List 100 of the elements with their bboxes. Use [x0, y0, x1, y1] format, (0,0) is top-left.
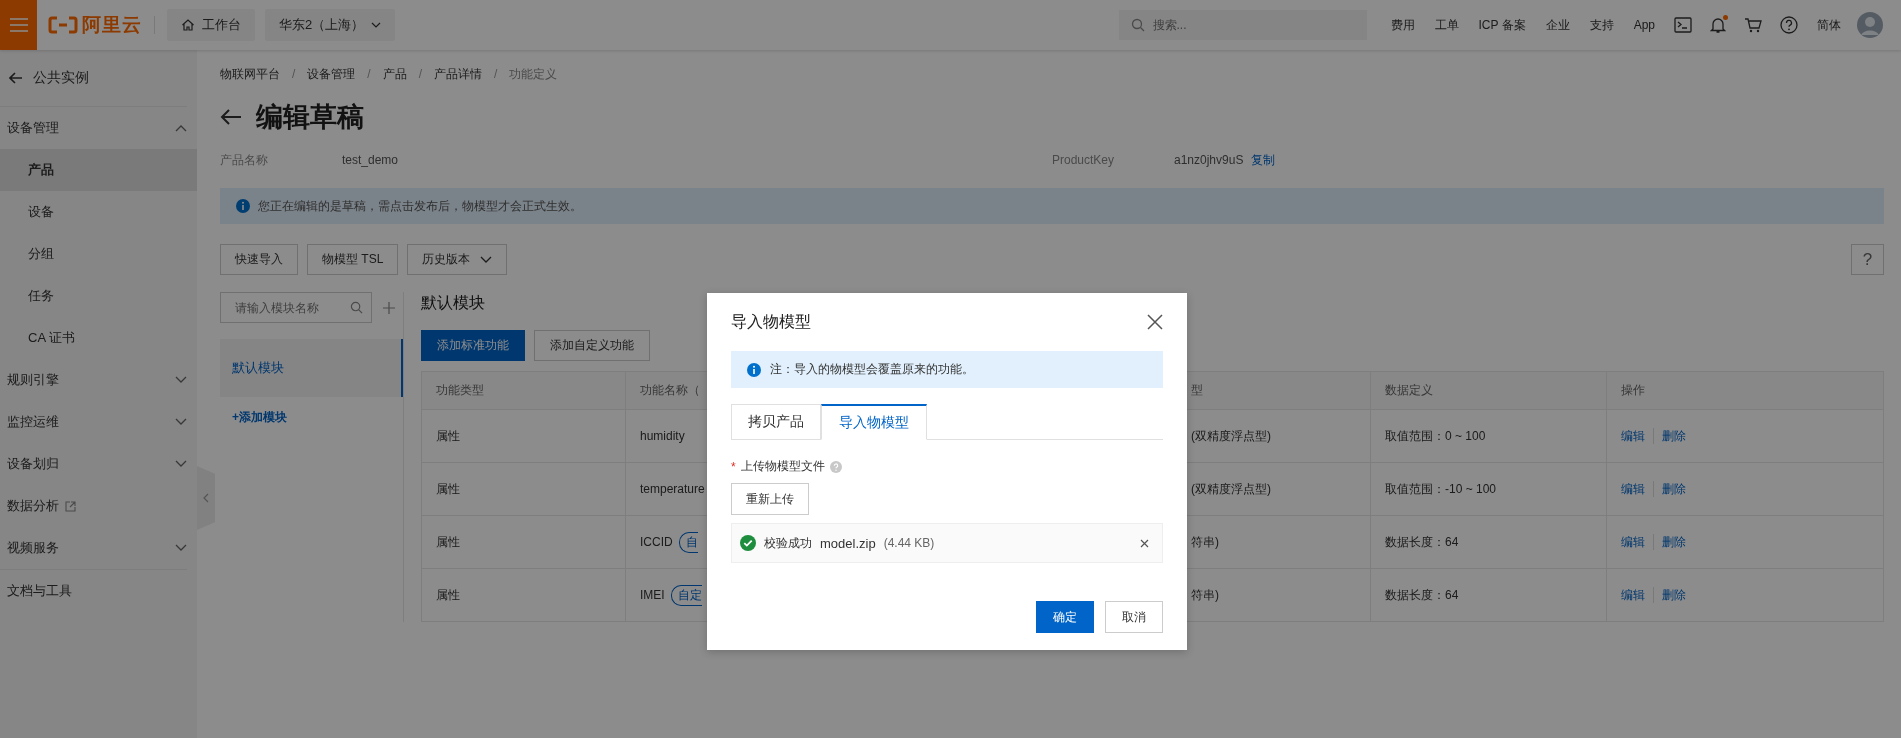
- menu-icon: [9, 18, 28, 32]
- chevron-up-icon: [175, 124, 187, 132]
- row-action-link[interactable]: 删除: [1662, 427, 1686, 445]
- nav-item[interactable]: 任务: [0, 275, 197, 317]
- nav-item[interactable]: CA 证书: [0, 317, 197, 359]
- breadcrumb-link[interactable]: 物联网平台: [220, 65, 280, 83]
- dialog-tab[interactable]: 导入物模型: [821, 404, 927, 440]
- field-label: 产品名称: [220, 151, 269, 169]
- help-icon[interactable]: [1780, 16, 1798, 34]
- table-cell: humidity: [640, 429, 685, 443]
- nav-link[interactable]: 文档与工具: [0, 570, 197, 612]
- breadcrumb-separator: /: [418, 67, 423, 81]
- table-cell: 取值范围：0 ~ 100: [1370, 410, 1606, 462]
- row-action-link[interactable]: 删除: [1662, 533, 1686, 551]
- nav-group[interactable]: 监控运维: [0, 401, 197, 443]
- row-action-link[interactable]: 删除: [1662, 586, 1686, 604]
- table-cell: 取值范围：-10 ~ 100: [1370, 463, 1606, 515]
- nav-item[interactable]: 分组: [0, 233, 197, 275]
- breadcrumb-link[interactable]: 产品: [382, 65, 407, 83]
- top-nav-link[interactable]: 支持: [1589, 16, 1614, 34]
- row-action-link[interactable]: 编辑: [1621, 427, 1645, 445]
- top-nav-link[interactable]: ICP 备案: [1478, 16, 1526, 34]
- table-cell: ICCID: [640, 535, 673, 549]
- external-link-icon: [65, 500, 76, 512]
- file-status: 校验成功: [764, 534, 812, 552]
- remove-icon[interactable]: [1140, 538, 1149, 548]
- chevron-left-icon: [203, 493, 209, 503]
- toolbar-button[interactable]: 快速导入: [220, 244, 298, 275]
- row-action-link[interactable]: 删除: [1662, 480, 1686, 498]
- dialog-button[interactable]: 确定: [1036, 601, 1094, 633]
- help-button[interactable]: ?: [1851, 244, 1884, 275]
- workbench-button[interactable]: 工作台: [167, 9, 255, 41]
- chevron-down-icon: [175, 418, 187, 426]
- tag: 自定: [670, 584, 702, 606]
- dialog-tab[interactable]: 拷贝产品: [731, 404, 821, 440]
- dialog-title: 导入物模型: [731, 311, 811, 332]
- version-dropdown[interactable]: 历史版本: [407, 244, 508, 275]
- terminal-icon[interactable]: [1674, 17, 1692, 33]
- nav-item[interactable]: 产品: [0, 149, 197, 191]
- reupload-button[interactable]: 重新上传: [731, 483, 809, 515]
- nav-link[interactable]: 数据分析: [0, 485, 197, 527]
- module-item[interactable]: 默认模块: [220, 339, 403, 397]
- caret-icon: [480, 256, 493, 263]
- required-mark: *: [731, 459, 736, 474]
- column-header: 数据定义: [1370, 372, 1606, 409]
- search-icon: [350, 301, 363, 314]
- bell-icon[interactable]: [1710, 16, 1726, 34]
- module-heading: 默认模块: [421, 293, 486, 313]
- logo-text: 阿里云: [82, 13, 142, 37]
- breadcrumb-separator: /: [367, 67, 371, 81]
- search-field[interactable]: 搜索...: [1118, 10, 1367, 40]
- nav-group[interactable]: 设备管理: [0, 107, 197, 149]
- top-nav-link[interactable]: App: [1633, 18, 1655, 32]
- search-icon: [1130, 18, 1145, 32]
- back-link-text: 公共实例: [33, 69, 89, 87]
- table-cell-text: 属性: [435, 480, 461, 498]
- help-icon: [829, 460, 842, 473]
- breadcrumb-current[interactable]: 功能定义: [509, 65, 558, 83]
- chevron-down-icon: [175, 376, 187, 384]
- top-nav-link[interactable]: 企业: [1545, 16, 1570, 34]
- nav-item[interactable]: 设备: [0, 191, 197, 233]
- back-link[interactable]: 公共实例: [0, 50, 197, 106]
- copy-link[interactable]: 复制: [1251, 151, 1276, 169]
- breadcrumb-link[interactable]: 设备管理: [307, 65, 356, 83]
- column-header: 功能类型: [435, 382, 485, 399]
- notice-text: 您正在编辑的是草稿，需点击发布后，物模型才会正式生效。: [258, 197, 582, 215]
- back-arrow-icon: [9, 72, 23, 84]
- info-icon: [747, 362, 761, 377]
- caret-icon: [371, 22, 382, 28]
- row-action-link[interactable]: 编辑: [1621, 533, 1645, 551]
- top-nav-link[interactable]: 工单: [1434, 16, 1459, 34]
- info-icon: [236, 199, 250, 213]
- back-arrow-icon[interactable]: [220, 108, 242, 126]
- nav-group[interactable]: 规则引擎: [0, 359, 197, 401]
- page-title: 编辑草稿: [256, 101, 364, 134]
- nav-group[interactable]: 视频服务: [0, 527, 197, 569]
- dialog-button[interactable]: 取消: [1105, 601, 1163, 633]
- home-icon: [181, 18, 195, 32]
- breadcrumb-separator: /: [292, 67, 296, 81]
- nav-group[interactable]: 设备划归: [0, 443, 197, 485]
- table-cell: IMEI: [640, 588, 665, 602]
- table-cell: 数据长度：64: [1370, 516, 1606, 568]
- close-icon[interactable]: [1147, 314, 1163, 330]
- top-nav-link[interactable]: 费用: [1390, 16, 1415, 34]
- row-action-link[interactable]: 编辑: [1621, 586, 1645, 604]
- cart-icon[interactable]: [1744, 17, 1762, 33]
- field-value: test_demo: [342, 153, 399, 167]
- add-module-link[interactable]: +添加模块: [232, 409, 403, 426]
- toolbar-button[interactable]: 物模型 TSL: [307, 244, 399, 275]
- upload-label: 上传物模型文件: [740, 458, 825, 475]
- add-function-button[interactable]: 添加标准功能: [421, 330, 525, 361]
- language-link[interactable]: 简体: [1817, 16, 1841, 34]
- file-name: model.zip: [820, 535, 876, 551]
- breadcrumb-link[interactable]: 产品详情: [434, 65, 483, 83]
- row-action-link[interactable]: 编辑: [1621, 480, 1645, 498]
- add-function-button[interactable]: 添加自定义功能: [534, 330, 650, 361]
- table-cell-text: 属性: [435, 427, 461, 445]
- module-search-field[interactable]: 请输入模块名称: [220, 292, 372, 323]
- chevron-down-icon: [175, 460, 187, 468]
- region-dropdown[interactable]: 华东2（上海）: [265, 9, 396, 41]
